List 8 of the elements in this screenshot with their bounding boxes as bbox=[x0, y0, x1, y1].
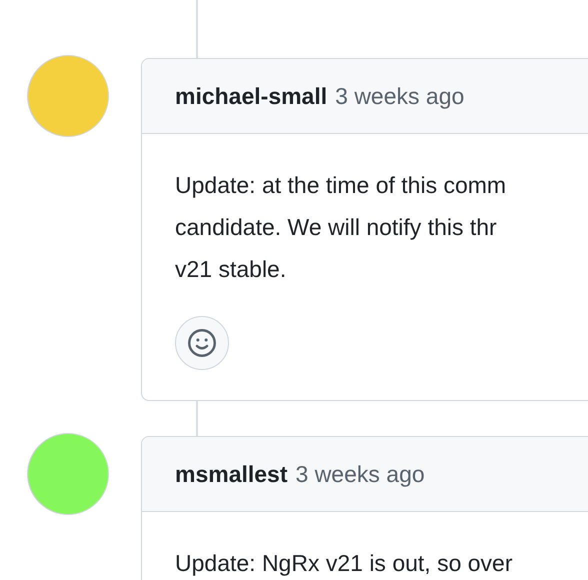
add-reaction-button[interactable] bbox=[175, 316, 229, 370]
author-name[interactable]: msmallest bbox=[175, 460, 288, 488]
comment-time[interactable]: 3 weeks ago bbox=[296, 460, 425, 488]
comment-time[interactable]: 3 weeks ago bbox=[335, 82, 464, 110]
comment-text: Update: NgRx v21 is out, so over bbox=[175, 549, 514, 578]
smiley-icon bbox=[187, 328, 217, 358]
author-name[interactable]: michael-small bbox=[175, 82, 328, 110]
comment-text: Update: at the time of this comm candidate. We will notify this thr v21 stable. bbox=[175, 171, 508, 284]
